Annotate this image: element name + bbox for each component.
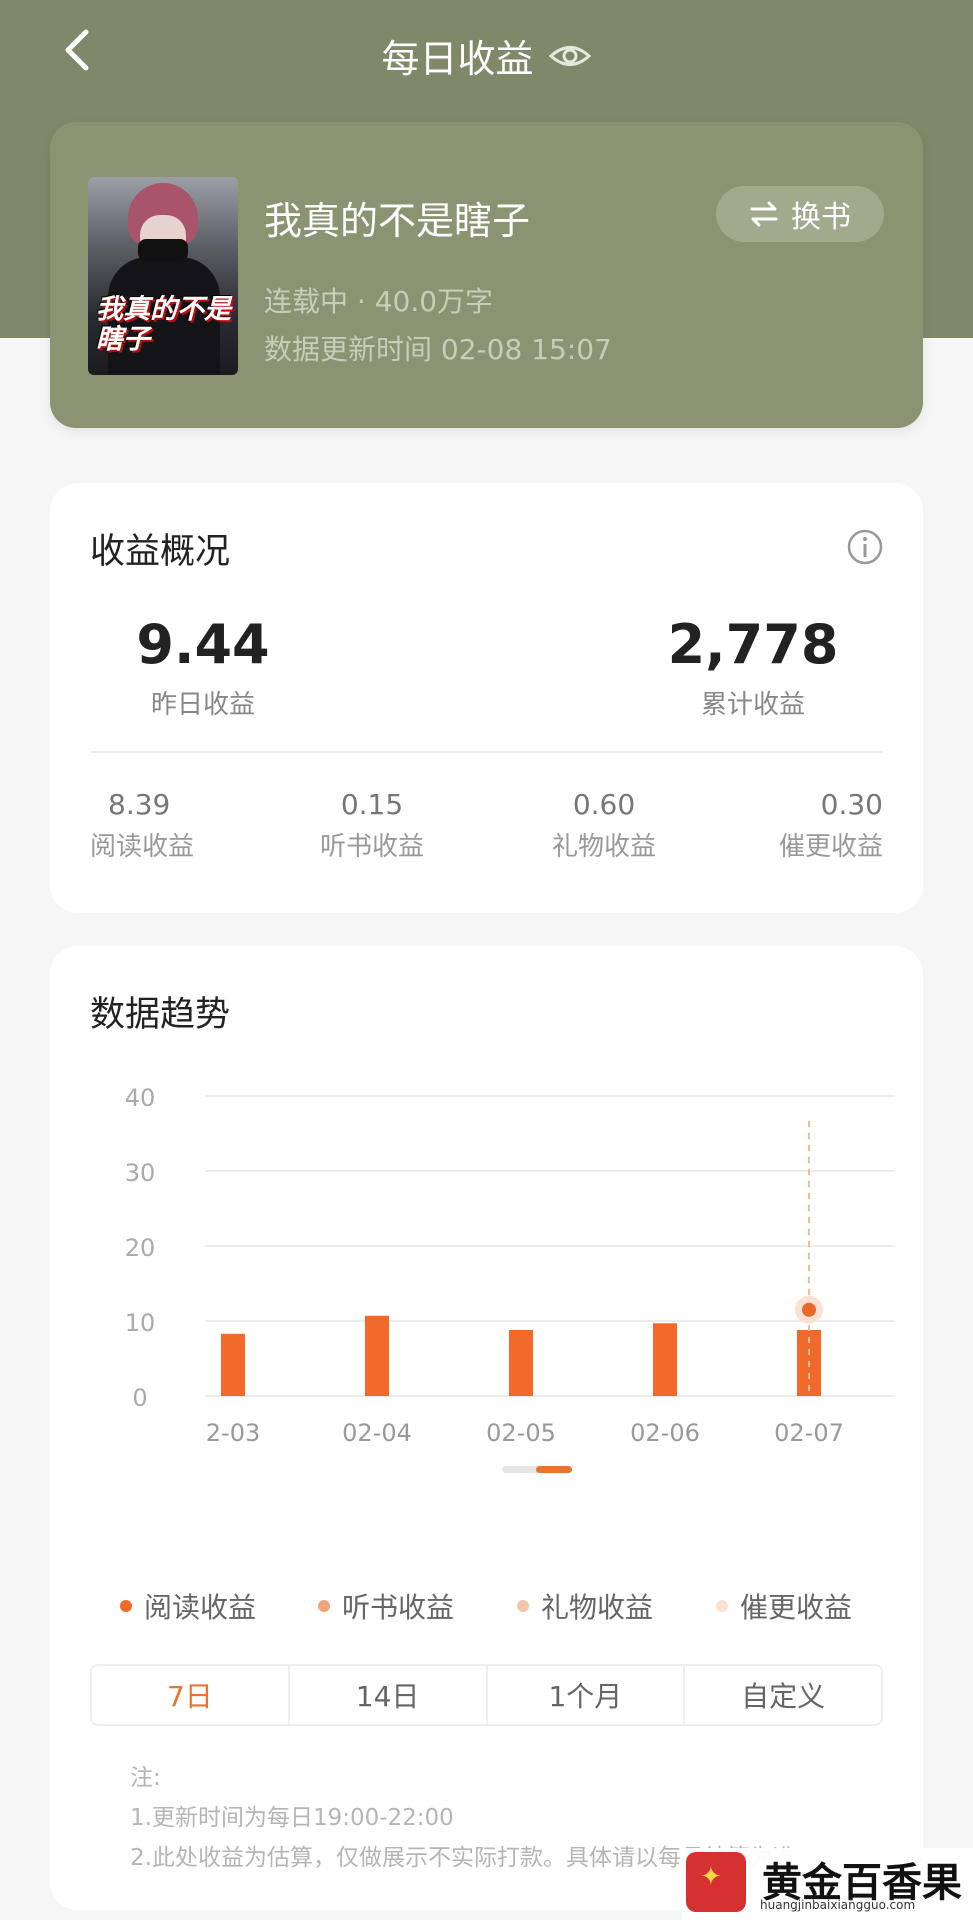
- legend-item[interactable]: 礼物收益: [517, 1586, 653, 1626]
- range-tab[interactable]: 自定义: [685, 1666, 881, 1724]
- watermark-url: huangjinbaixiangguo.com: [760, 1898, 916, 1912]
- bar: [509, 1330, 533, 1396]
- eye-icon[interactable]: [548, 41, 592, 71]
- page-title: 每日收益: [381, 37, 534, 81]
- cover-title: 我真的不是瞎子: [96, 294, 231, 355]
- listening-earnings: 0.15 听书收益: [292, 783, 452, 867]
- legend-dot-icon: [318, 1600, 330, 1612]
- total-earnings-label: 累计收益: [700, 690, 805, 720]
- y-tick-label: 10: [125, 1309, 156, 1337]
- range-tab[interactable]: 7日: [92, 1666, 290, 1724]
- overview-divider: [90, 751, 883, 753]
- x-tick-label: 2-03: [206, 1419, 260, 1447]
- overview-title: 收益概况: [90, 532, 231, 572]
- legend-label: 阅读收益: [144, 1591, 257, 1624]
- cover-figure-mask: [138, 239, 188, 261]
- listening-earnings-label: 听书收益: [319, 832, 424, 862]
- range-tab[interactable]: 1个月: [488, 1666, 686, 1724]
- book-status: 连载中 · 40.0万字: [264, 285, 494, 318]
- legend-label: 听书收益: [342, 1591, 455, 1624]
- gift-earnings-label: 礼物收益: [551, 832, 656, 862]
- gift-earnings: 0.60 礼物收益: [524, 783, 684, 867]
- bar: [365, 1315, 389, 1396]
- book-meta: 连载中 · 40.0万字 数据更新时间 02-08 15:07: [264, 278, 612, 374]
- x-tick-label: 02-06: [630, 1419, 700, 1447]
- trend-title: 数据趋势: [90, 995, 231, 1035]
- legend-label: 催更收益: [740, 1591, 853, 1624]
- bar: [221, 1333, 245, 1396]
- swap-book-label: 换书: [791, 200, 851, 235]
- reading-earnings-label: 阅读收益: [90, 832, 195, 862]
- urge-earnings-value: 0.30: [820, 788, 883, 821]
- info-icon[interactable]: [847, 529, 883, 565]
- legend-label: 礼物收益: [541, 1591, 654, 1624]
- swap-icon: [750, 201, 778, 227]
- note-line: 1.更新时间为每日19:00-22:00: [130, 1805, 454, 1831]
- x-tick-label: 02-04: [342, 1419, 412, 1447]
- watermark-logo: ✦: [686, 1852, 746, 1912]
- watermark: ✦ 黄金百香果 huangjinbaixiangguo.com: [682, 1848, 973, 1920]
- x-tick-label: 02-05: [486, 1419, 556, 1447]
- book-cover[interactable]: 我真的不是瞎子: [88, 177, 238, 375]
- x-tick-label: 02-07: [774, 1419, 844, 1447]
- swap-book-button[interactable]: 换书: [716, 186, 884, 242]
- book-update-time: 数据更新时间 02-08 15:07: [264, 333, 612, 366]
- scroll-thumb: [536, 1466, 572, 1473]
- gift-earnings-value: 0.60: [572, 788, 636, 821]
- reading-earnings-value: 8.39: [108, 788, 171, 821]
- y-tick-label: 40: [125, 1084, 156, 1112]
- y-tick-label: 20: [125, 1234, 156, 1262]
- legend-dot-icon: [517, 1600, 529, 1612]
- listening-earnings-value: 0.15: [340, 788, 404, 821]
- range-tabs: 7日 14日 1个月 自定义: [90, 1664, 883, 1726]
- urge-earnings: 0.30 催更收益: [723, 783, 883, 867]
- urge-earnings-label: 催更收益: [778, 832, 883, 862]
- highlight-point: [802, 1302, 816, 1317]
- bar: [653, 1323, 677, 1396]
- range-tab[interactable]: 14日: [290, 1666, 488, 1724]
- chart-legend: 阅读收益 听书收益 礼物收益 催更收益: [120, 1586, 900, 1626]
- legend-item[interactable]: 听书收益: [318, 1586, 454, 1626]
- legend-dot-icon: [716, 1600, 728, 1612]
- total-earnings-value: 2,778: [667, 613, 839, 676]
- reading-earnings: 8.39 阅读收益: [90, 783, 250, 867]
- note-line: 注:: [130, 1765, 161, 1791]
- yesterday-earnings-value: 9.44: [136, 613, 270, 676]
- data-trend-card: 数据趋势 0 10 20 30 40 2-03 02-04 02-05 02-06 02-07 阅…: [50, 946, 923, 1910]
- book-card[interactable]: 我真的不是瞎子 我真的不是瞎子 换书 连载中 · 40.0万字 数据更新时间 0…: [50, 122, 923, 428]
- book-title: 我真的不是瞎子: [264, 199, 531, 243]
- legend-dot-icon: [120, 1600, 132, 1612]
- earnings-bar-chart[interactable]: 0 10 20 30 40 2-03 02-04 02-05 02-06 02-07: [80, 1066, 920, 1536]
- yesterday-earnings-label: 昨日收益: [150, 690, 255, 720]
- legend-item[interactable]: 催更收益: [716, 1586, 852, 1626]
- page-title-wrap: 每日收益: [0, 28, 973, 83]
- legend-item[interactable]: 阅读收益: [120, 1586, 256, 1626]
- top-bar: 每日收益: [0, 0, 973, 104]
- earnings-overview-card: 收益概况 9.44 昨日收益 2,778 累计收益 8.39 阅读收益 0.15…: [50, 483, 923, 913]
- y-tick-label: 30: [125, 1159, 156, 1187]
- y-tick-label: 0: [132, 1384, 147, 1412]
